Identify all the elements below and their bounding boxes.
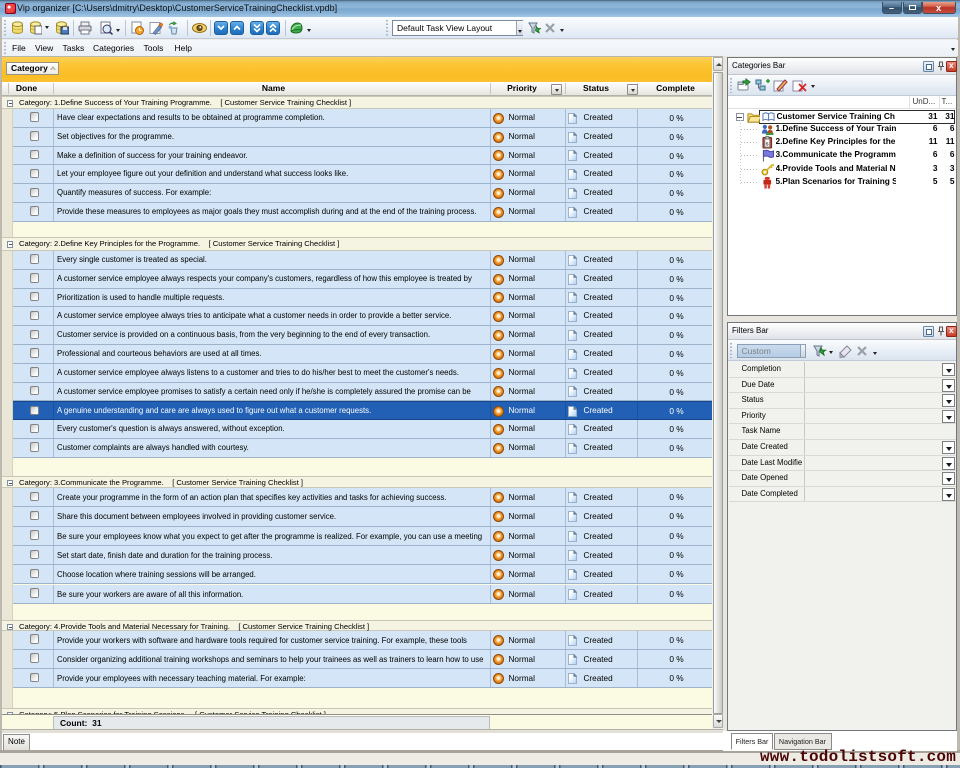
svg-text:5: 5: [765, 142, 768, 148]
